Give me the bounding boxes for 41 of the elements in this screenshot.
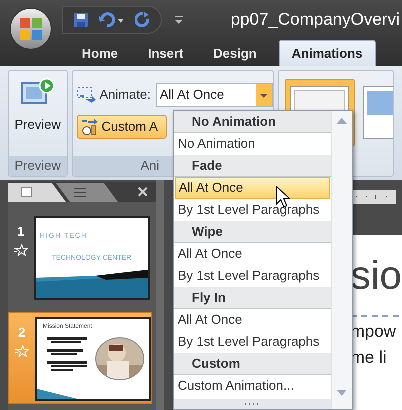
ribbon-tab[interactable]: Insert bbox=[134, 42, 198, 66]
menu-item[interactable]: All At Once bbox=[175, 177, 330, 199]
preview-button[interactable]: Preview bbox=[9, 71, 67, 156]
menu-item[interactable]: By 1st Level Paragraphs bbox=[174, 199, 331, 221]
custom-animation-icon bbox=[80, 118, 99, 136]
redo-icon[interactable] bbox=[135, 12, 151, 28]
save-icon[interactable] bbox=[73, 12, 89, 28]
menu-item[interactable]: All At Once bbox=[174, 309, 331, 331]
resize-grip[interactable] bbox=[174, 399, 331, 409]
menu-group-header: Fly In bbox=[174, 287, 331, 309]
menu-group-header: Custom bbox=[174, 353, 331, 375]
customize-icon[interactable] bbox=[174, 14, 184, 26]
animation-star-icon bbox=[15, 344, 29, 356]
slides-tab[interactable] bbox=[8, 182, 68, 202]
slide-number: 2 bbox=[18, 324, 26, 342]
menu-item[interactable]: Custom Animation... bbox=[174, 375, 331, 397]
custom-animation-button[interactable]: Custom A bbox=[76, 115, 167, 139]
menu-group-header: No Animation bbox=[174, 111, 331, 133]
close-icon[interactable] bbox=[138, 187, 148, 197]
ribbon-tab[interactable]: Animations bbox=[278, 40, 376, 66]
ribbon-tab[interactable]: Home bbox=[68, 42, 132, 66]
menu-group-header: Wipe bbox=[174, 221, 331, 243]
menu-item[interactable]: No Animation bbox=[174, 133, 331, 155]
slide-heading: sio bbox=[350, 253, 402, 300]
window-title: pp07_CompanyOvervi bbox=[230, 9, 401, 32]
outline-tab[interactable] bbox=[56, 182, 120, 202]
undo-icon[interactable] bbox=[99, 12, 125, 28]
animate-icon bbox=[76, 87, 97, 103]
slide-number: 1 bbox=[17, 223, 25, 241]
menu-item[interactable]: By 1st Level Paragraphs bbox=[174, 331, 331, 353]
animation-star-icon bbox=[14, 244, 28, 256]
menu-item[interactable]: All At Once bbox=[174, 243, 331, 265]
slide-banner-drawing bbox=[37, 389, 77, 399]
office-button[interactable] bbox=[10, 8, 52, 50]
animate-dropdown[interactable]: All At Once bbox=[156, 83, 273, 107]
animate-label: Animate: bbox=[100, 86, 151, 104]
group-label: Preview bbox=[9, 156, 67, 176]
office-logo-icon bbox=[19, 17, 43, 41]
menu-group-header: Fade bbox=[174, 155, 331, 177]
ribbon-tab[interactable]: Design bbox=[200, 42, 271, 66]
menu-item[interactable]: By 1st Level Paragraphs bbox=[174, 265, 331, 287]
